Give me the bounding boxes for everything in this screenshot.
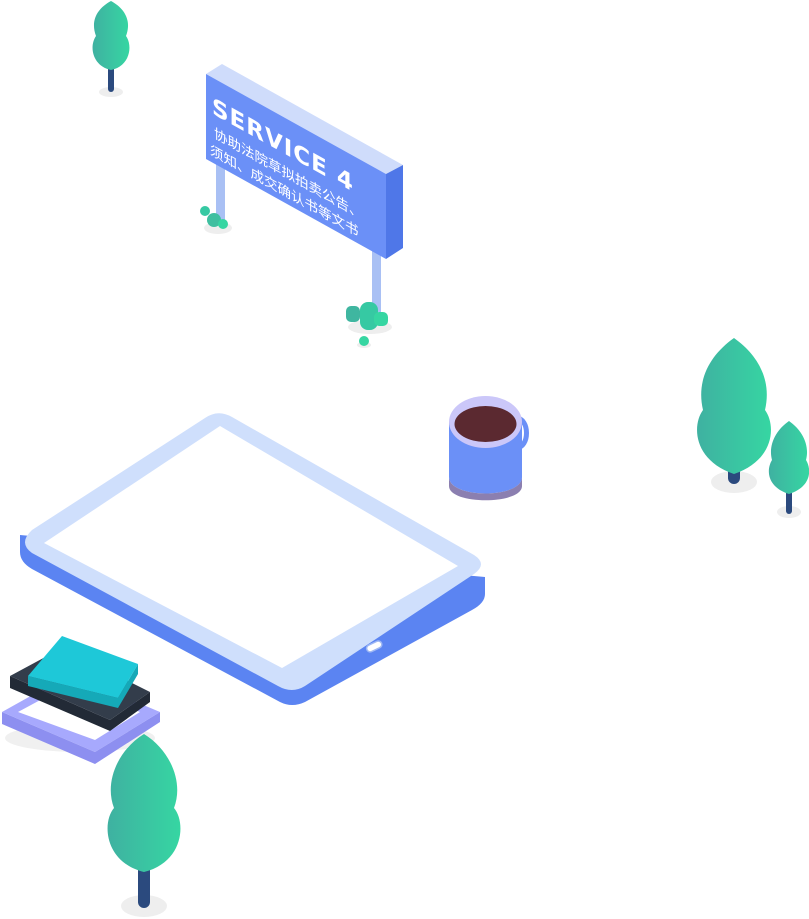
signboard-icon: SERVICE 4 协助法院草拟拍卖公告、 须知、成交确认书等文书 [200, 64, 403, 348]
bush-icon [346, 302, 392, 348]
tree-icon [92, 1, 130, 97]
tree-icon [107, 734, 181, 917]
isometric-service-illustration: SERVICE 4 协助法院草拟拍卖公告、 须知、成交确认书等文书 [2, 1, 809, 917]
tree-crown [697, 338, 771, 474]
coffee-surface [454, 406, 517, 442]
sign-post-right [372, 250, 381, 312]
tree-icon [697, 338, 771, 493]
tree-crown [107, 734, 181, 872]
tree-icon [768, 421, 809, 518]
tree-crown [768, 421, 809, 494]
tree-crown [92, 1, 130, 70]
coffee-mug-icon [449, 396, 529, 501]
sign-board-side [386, 165, 403, 259]
